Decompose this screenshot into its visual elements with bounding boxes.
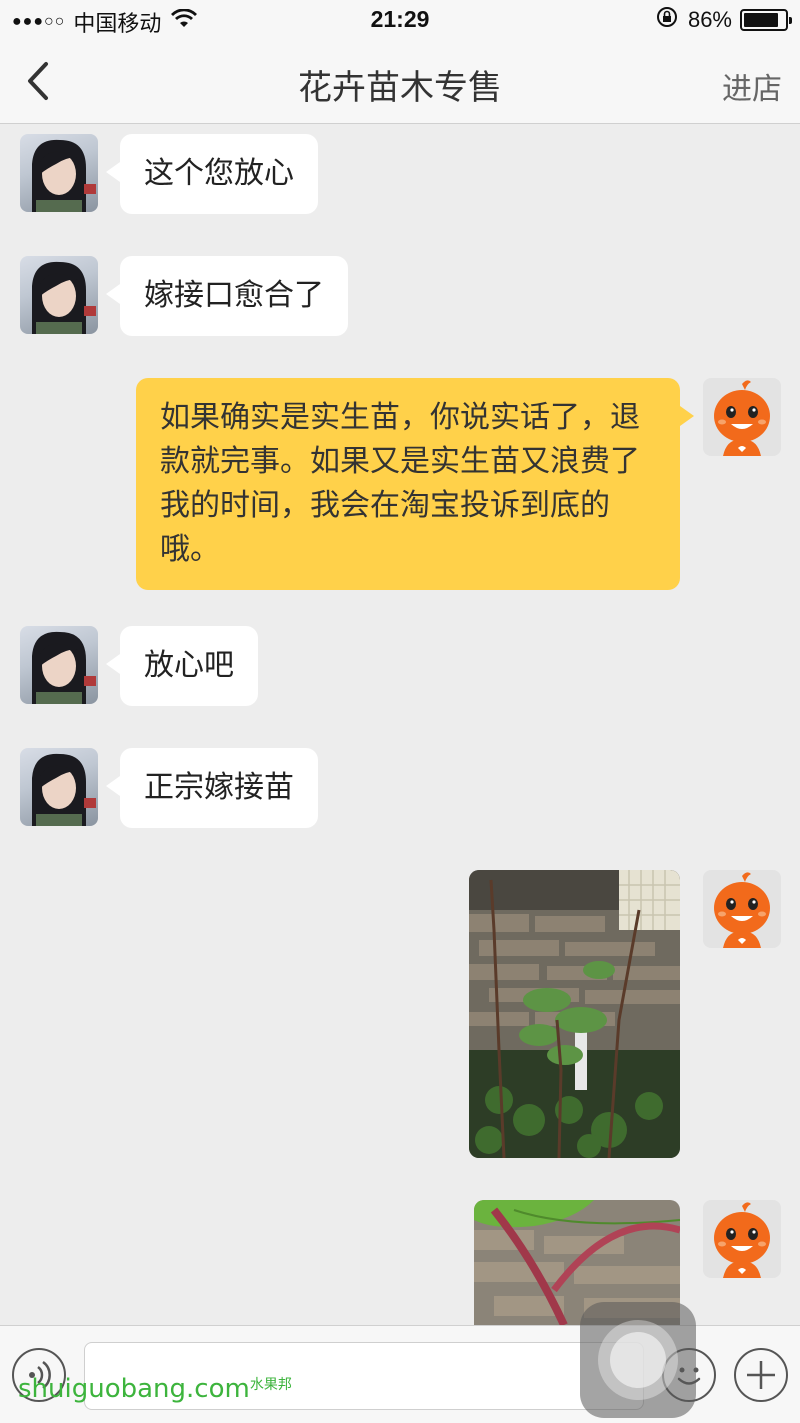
user-avatar[interactable] <box>703 378 781 456</box>
message-text: 这个您放心 <box>144 157 294 190</box>
battery-fill <box>744 13 779 27</box>
seller-avatar[interactable] <box>20 256 98 334</box>
message-text: 如果确实是实生苗，你说实话了，退款就完事。如果又是实生苗又浪费了我的时间，我会在… <box>160 401 640 566</box>
message-bubble-incoming: 这个您放心 <box>106 134 318 214</box>
user-avatar[interactable] <box>703 870 781 948</box>
battery-icon <box>740 9 792 31</box>
seller-avatar[interactable] <box>20 626 98 704</box>
plant-photo <box>469 870 680 1158</box>
message-bubble-incoming: 放心吧 <box>106 626 258 706</box>
message-bubble-incoming: 嫁接口愈合了 <box>106 256 348 336</box>
watermark-text: shuiguobang.com <box>18 1374 250 1404</box>
orientation-lock-icon <box>656 6 678 34</box>
user-avatar[interactable] <box>703 1200 781 1278</box>
message-text: 嫁接口愈合了 <box>144 279 324 312</box>
mascot-icon <box>714 1202 770 1278</box>
seller-avatar[interactable] <box>20 134 98 212</box>
assistive-touch-button[interactable] <box>580 1302 696 1418</box>
message-text: 放心吧 <box>144 649 234 682</box>
message-bubble-incoming: 正宗嫁接苗 <box>106 748 318 828</box>
message-bubble-outgoing: 如果确实是实生苗，你说实话了，退款就完事。如果又是实生苗又浪费了我的时间，我会在… <box>136 378 694 590</box>
page-title: 花卉苗木专售 <box>298 69 502 107</box>
plus-icon <box>747 1361 775 1389</box>
nav-bar: 花卉苗木专售 进店 <box>0 40 800 124</box>
mascot-icon <box>714 380 770 456</box>
watermark: shuiguobang.com水果邦 <box>18 1374 292 1404</box>
message-text: 正宗嫁接苗 <box>144 771 294 804</box>
enter-store-button[interactable]: 进店 <box>722 64 782 108</box>
image-message[interactable] <box>469 870 680 1158</box>
status-bar: ●●●○○ 中国移动 21:29 86% <box>0 0 800 40</box>
status-right: 86% <box>656 6 792 34</box>
seller-avatar[interactable] <box>20 748 98 826</box>
watermark-small: 水果邦 <box>249 1377 292 1393</box>
battery-percent: 86% <box>687 7 732 32</box>
mascot-icon <box>714 872 770 948</box>
more-button[interactable] <box>734 1348 788 1402</box>
